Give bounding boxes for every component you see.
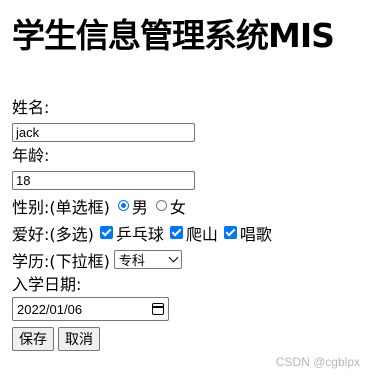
education-row: 学历:(下拉框) 专科 — [12, 246, 362, 273]
hobby-checkbox-pingpong[interactable] — [99, 226, 113, 239]
gender-radio-male[interactable] — [117, 200, 129, 211]
page: 学生信息管理系统MIS 姓名: 年龄: 性别:(单选框) 男 女 爱好:(多选)… — [0, 14, 374, 351]
save-button[interactable]: 保存 — [12, 327, 54, 351]
calendar-icon[interactable] — [152, 303, 164, 315]
hobby-checkbox-hiking[interactable] — [169, 226, 183, 239]
age-field-row — [12, 168, 362, 192]
age-input[interactable] — [12, 170, 195, 190]
name-label: 姓名: — [12, 98, 50, 117]
gender-label: 性别:(单选框) — [12, 197, 110, 217]
chevron-down-icon — [168, 252, 179, 263]
name-field-row — [12, 120, 362, 144]
form-buttons: 保存 取消 — [12, 327, 362, 351]
education-selected-value: 专科 — [118, 254, 145, 269]
hobby-row: 爱好:(多选) 乒乓球 爬山 唱歌 — [12, 219, 362, 246]
hobby-option-hiking-label[interactable]: 爬山 — [186, 221, 218, 245]
enrollment-date-value: 2022/01/06 — [17, 301, 83, 317]
education-select[interactable]: 专科 — [113, 250, 182, 269]
cancel-button[interactable]: 取消 — [58, 327, 100, 351]
student-form: 姓名: 年龄: 性别:(单选框) 男 女 爱好:(多选) 乒乓球 爬山 唱歌 学… — [12, 96, 362, 351]
page-title: 学生信息管理系统MIS — [12, 16, 335, 55]
hobby-option-pingpong-label[interactable]: 乒乓球 — [116, 221, 164, 245]
hobby-label: 爱好:(多选) — [12, 224, 94, 244]
gender-option-female-label[interactable]: 女 — [170, 194, 186, 218]
age-label: 年龄: — [12, 146, 50, 165]
gender-radio-female[interactable] — [155, 200, 167, 211]
name-input[interactable] — [12, 122, 195, 142]
enrollment-date-input[interactable]: 2022/01/06 — [12, 297, 169, 321]
hobby-checkbox-singing[interactable] — [223, 226, 237, 239]
date-label: 入学日期: — [12, 275, 82, 294]
gender-row: 性别:(单选框) 男 女 — [12, 192, 362, 219]
date-field-row: 2022/01/06 — [12, 297, 362, 321]
hobby-option-singing-label[interactable]: 唱歌 — [240, 221, 272, 245]
gender-option-male-label[interactable]: 男 — [132, 194, 148, 218]
education-label: 学历:(下拉框) — [12, 251, 110, 271]
